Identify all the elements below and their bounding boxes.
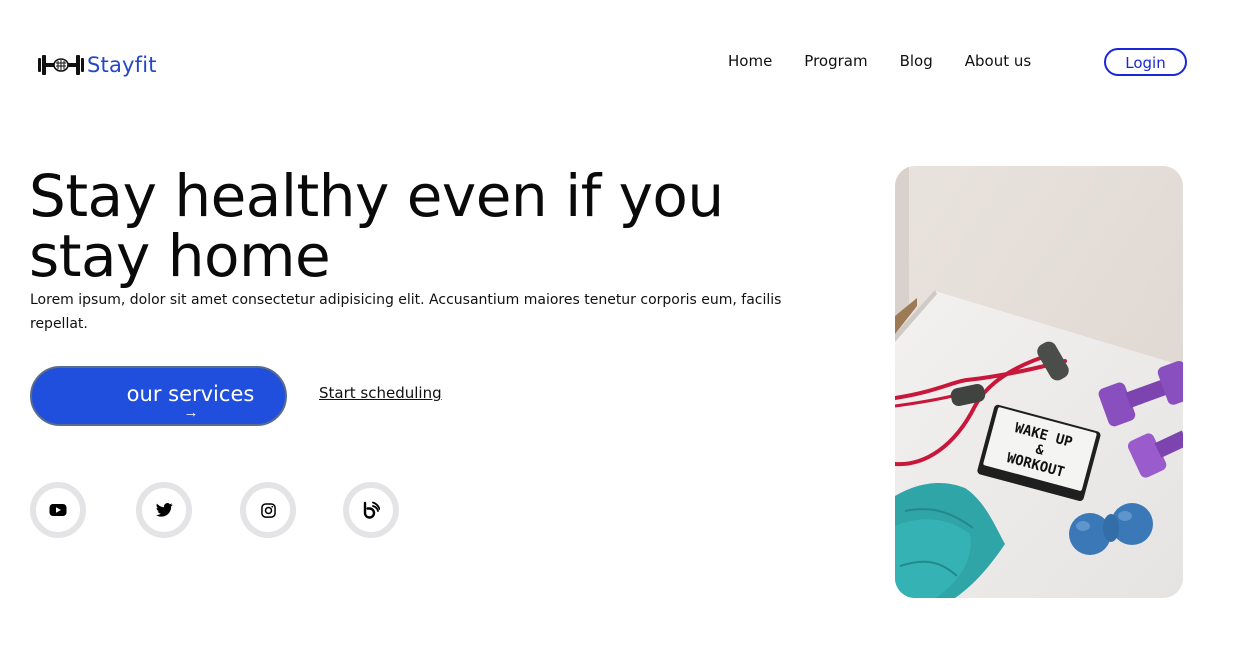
- youtube-icon: [49, 504, 67, 516]
- blog-icon: [363, 501, 380, 519]
- instagram-icon: [260, 502, 276, 518]
- brand-name: Stayfit: [87, 53, 157, 77]
- nav-item-about-us[interactable]: About us: [965, 51, 1031, 71]
- youtube-button[interactable]: [30, 482, 86, 538]
- hero-lead-text: Lorem ipsum, dolor sit amet consectetur …: [30, 292, 782, 332]
- hero-image: WAKE UP & WORKOUT: [895, 166, 1183, 598]
- hero-headline: Stay healthy even if you stay home: [29, 162, 724, 290]
- workout-equipment-photo: WAKE UP & WORKOUT: [895, 166, 1183, 598]
- arrow-right-icon: →: [183, 403, 199, 421]
- main-nav: Home Program Blog About us: [728, 51, 1031, 71]
- our-services-button[interactable]: our services →: [30, 366, 287, 426]
- our-services-label: our services: [126, 381, 255, 406]
- nav-item-home[interactable]: Home: [728, 51, 772, 71]
- brand-logo[interactable]: Stayfit: [37, 52, 157, 78]
- twitter-icon: [155, 503, 173, 517]
- dumbbell-fist-icon: [38, 55, 84, 75]
- blog-button[interactable]: [343, 482, 399, 538]
- twitter-button[interactable]: [136, 482, 192, 538]
- instagram-button[interactable]: [240, 482, 296, 538]
- nav-item-blog[interactable]: Blog: [900, 51, 933, 71]
- start-scheduling-link[interactable]: Start scheduling: [319, 384, 442, 402]
- login-button[interactable]: Login: [1104, 48, 1187, 76]
- nav-item-program[interactable]: Program: [804, 51, 867, 71]
